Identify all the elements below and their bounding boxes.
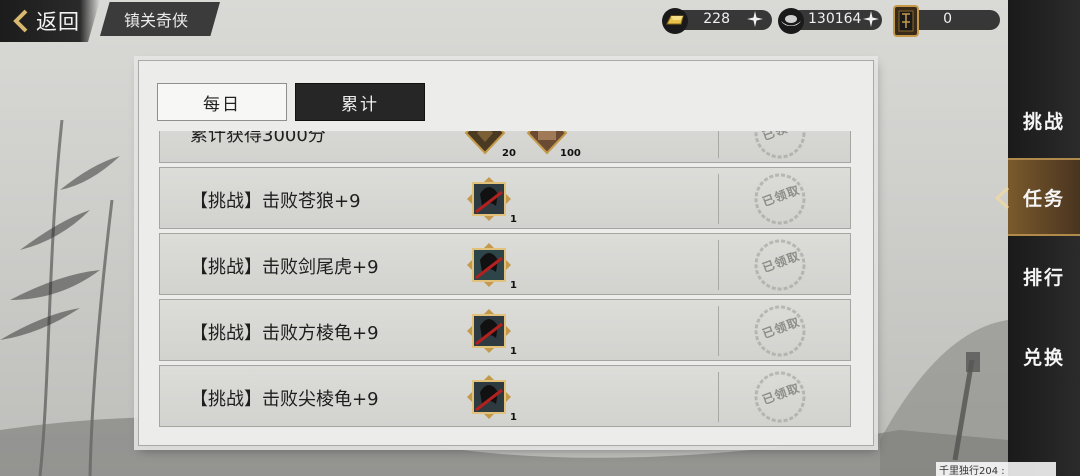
task-title: 【挑战】击败尖棱龟+9 bbox=[190, 389, 379, 410]
task-row: 累计获得3000分 20 100 已领取 bbox=[159, 131, 851, 163]
back-label: 返回 bbox=[36, 10, 80, 34]
row-divider bbox=[718, 174, 719, 224]
task-row: 【挑战】击败剑尾虎+9 1 已领取 bbox=[159, 233, 851, 295]
task-row: 【挑战】击败尖棱龟+9 1 已领取 bbox=[159, 365, 851, 427]
silver-value: 130164 bbox=[808, 11, 862, 27]
task-row: 【挑战】击败方棱龟+9 1 已领取 bbox=[159, 299, 851, 361]
token-scroll-icon bbox=[893, 5, 919, 37]
nav-tasks-label: 任务 bbox=[1022, 187, 1065, 210]
reward-count: 1 bbox=[510, 280, 517, 291]
hero-portrait-icon bbox=[467, 375, 511, 419]
chevron-left-icon bbox=[13, 9, 28, 33]
nav-tasks[interactable]: 任务 bbox=[1008, 158, 1080, 236]
tab-cumulative[interactable]: 累计 bbox=[295, 83, 425, 121]
row-divider bbox=[718, 306, 719, 356]
hero-portrait-icon bbox=[467, 309, 511, 353]
hero-portrait-icon bbox=[467, 177, 511, 221]
task-title: 【挑战】击败苍狼+9 bbox=[190, 191, 361, 212]
add-silver-icon[interactable] bbox=[862, 10, 880, 28]
token-value: 0 bbox=[943, 11, 952, 27]
reward-count: 1 bbox=[510, 412, 517, 423]
task-row: 【挑战】击败苍狼+9 1 已领取 bbox=[159, 167, 851, 229]
nav-challenge-label: 挑战 bbox=[1022, 110, 1065, 133]
nav-challenge[interactable]: 挑战 bbox=[1008, 88, 1080, 152]
task-title: 【挑战】击败剑尾虎+9 bbox=[190, 257, 379, 278]
gold-ingot-icon bbox=[662, 8, 688, 34]
row-divider bbox=[718, 240, 719, 290]
page-title: 镇关奇侠 bbox=[100, 2, 220, 36]
reward-count: 1 bbox=[510, 346, 517, 357]
reward-count: 20 bbox=[502, 148, 516, 159]
reward-count: 1 bbox=[510, 214, 517, 225]
task-panel: 每日 累计 累计获得3000分 20 100 已领取 【挑战】击败苍狼+9 bbox=[138, 60, 874, 446]
watermark: 千里独行204 : 278172960 bbox=[936, 462, 1056, 476]
task-list[interactable]: 累计获得3000分 20 100 已领取 【挑战】击败苍狼+9 bbox=[159, 131, 851, 431]
row-divider bbox=[718, 131, 719, 158]
nav-exchange-label: 兑换 bbox=[1022, 346, 1065, 369]
gold-value: 228 bbox=[703, 11, 730, 27]
row-divider bbox=[718, 372, 719, 422]
nav-ranking-label: 排行 bbox=[1022, 266, 1065, 289]
tab-daily[interactable]: 每日 bbox=[157, 83, 287, 121]
right-nav: 挑战 任务 排行 兑换 bbox=[1008, 0, 1080, 476]
back-button[interactable]: 返回 bbox=[0, 0, 100, 42]
add-gold-icon[interactable] bbox=[746, 10, 764, 28]
silver-ingot-icon bbox=[778, 8, 804, 34]
top-bar: 返回 镇关奇侠 228 130164 0 bbox=[0, 0, 1080, 44]
task-title: 【挑战】击败方棱龟+9 bbox=[190, 323, 379, 344]
nav-ranking[interactable]: 排行 bbox=[1008, 244, 1080, 308]
hero-portrait-icon bbox=[467, 243, 511, 287]
active-nav-pointer-icon bbox=[994, 186, 1010, 210]
task-title: 累计获得3000分 bbox=[190, 131, 326, 146]
task-tabs: 每日 累计 bbox=[157, 83, 425, 121]
nav-exchange[interactable]: 兑换 bbox=[1008, 324, 1080, 388]
reward-count: 100 bbox=[560, 148, 581, 159]
